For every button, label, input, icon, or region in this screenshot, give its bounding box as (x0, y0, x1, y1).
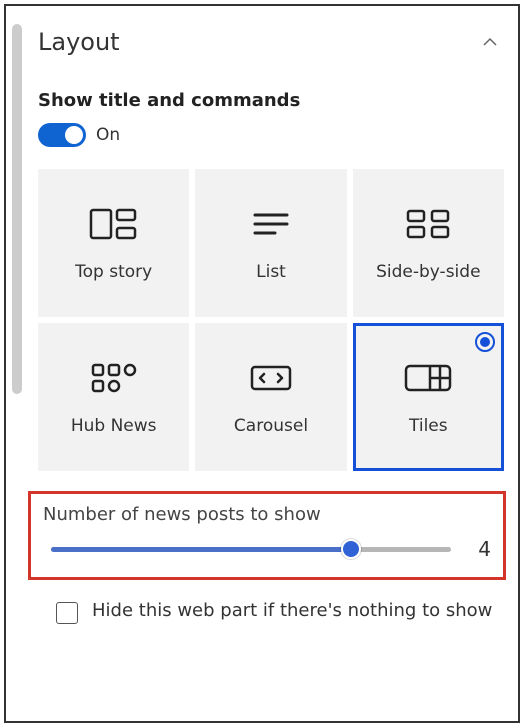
layout-option-carousel[interactable]: Carousel (195, 323, 346, 471)
side-by-side-icon (406, 204, 450, 244)
highlight-annotation: Number of news posts to show 4 (28, 491, 506, 580)
layout-option-tiles[interactable]: Tiles (353, 323, 504, 471)
layout-label: Top story (75, 262, 152, 282)
list-icon (251, 204, 291, 244)
layout-option-list[interactable]: List (195, 169, 346, 317)
toggle-knob (65, 126, 83, 144)
chevron-up-icon (482, 34, 498, 50)
tiles-icon (404, 358, 452, 398)
section-header[interactable]: Layout (38, 28, 504, 56)
radio-selected-icon (475, 332, 495, 352)
slider-fill (51, 547, 351, 552)
layout-label: Side-by-side (376, 262, 480, 282)
hub-news-icon (91, 358, 137, 398)
show-title-toggle[interactable] (38, 123, 86, 147)
checkbox-label: Hide this web part if there's nothing to… (92, 598, 492, 623)
layout-option-hub-news[interactable]: Hub News (38, 323, 189, 471)
layout-label: Carousel (234, 416, 308, 436)
slider-value: 4 (471, 537, 491, 561)
posts-count-slider[interactable] (51, 539, 451, 559)
carousel-icon (248, 358, 294, 398)
layout-option-side-by-side[interactable]: Side-by-side (353, 169, 504, 317)
top-story-icon (89, 204, 139, 244)
scrollbar[interactable] (12, 24, 22, 394)
slider-thumb[interactable] (341, 539, 361, 559)
toggle-heading: Show title and commands (38, 90, 504, 111)
layout-label: Tiles (409, 416, 448, 436)
layout-label: List (256, 262, 286, 282)
layout-label: Hub News (71, 416, 157, 436)
toggle-value-label: On (96, 125, 120, 145)
slider-label: Number of news posts to show (43, 504, 491, 525)
hide-webpart-checkbox[interactable] (56, 602, 78, 624)
slider-track (51, 547, 451, 552)
layout-option-top-story[interactable]: Top story (38, 169, 189, 317)
section-title: Layout (38, 28, 120, 56)
layout-grid: Top story List (38, 169, 504, 471)
